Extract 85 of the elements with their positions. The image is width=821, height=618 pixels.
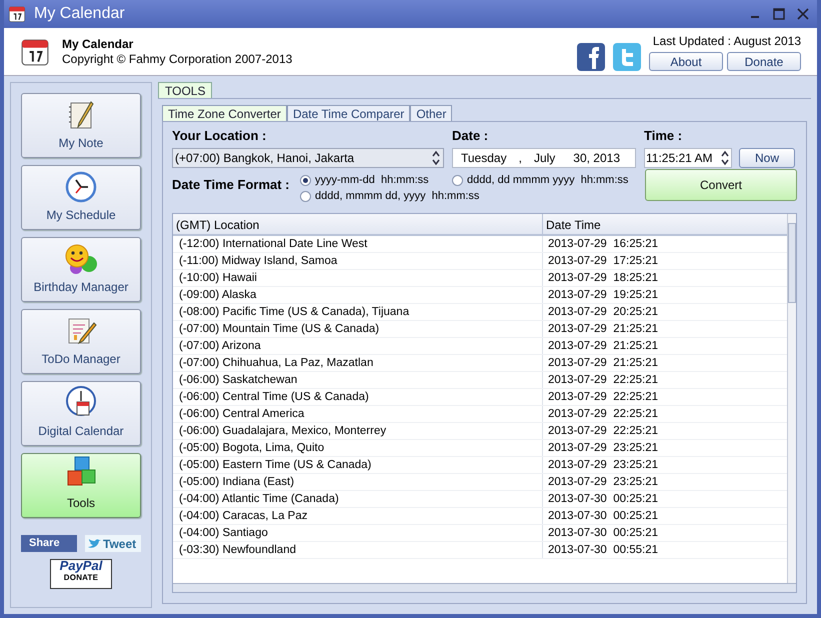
table-cell: (-06:00) Guadalajara, Mexico, Monterrey	[173, 422, 543, 438]
copyright-text: Copyright © Fahmy Corporation 2007-2013	[62, 52, 292, 66]
sidebar-item[interactable]: Tools	[21, 453, 141, 518]
table-cell-text: 2013-07-30 00:55:21	[547, 542, 659, 558]
table-cell-text: 2013-07-29 23:25:21	[547, 440, 659, 456]
format-radio[interactable]: dddd, dd mmmm yyyy hh:mm:ss	[452, 172, 628, 188]
calendar-icon	[8, 5, 26, 23]
dropdown-arrows-icon[interactable]	[431, 150, 441, 166]
table-cell-text: 2013-07-29 17:25:21	[547, 254, 659, 268]
table-cell-text: 2013-07-29 21:25:21	[547, 322, 659, 336]
table-cell: (-06:00) Central Time (US & Canada)	[173, 388, 543, 404]
vertical-scrollbar[interactable]	[787, 214, 796, 583]
format-radio[interactable]: yyyy-mm-dd hh:mm:ss	[300, 172, 429, 188]
smiley-faces-icon	[64, 243, 98, 275]
table-cell-text: 2013-07-29 23:25:21	[547, 458, 659, 472]
window-title: My Calendar	[34, 4, 125, 24]
horizontal-scrollbar[interactable]	[173, 583, 796, 592]
share-button[interactable]: Share	[21, 535, 77, 552]
table-cell-text: 2013-07-30 00:25:21	[547, 526, 659, 540]
table-cell: (-05:00) Bogota, Lima, Quito	[173, 440, 543, 456]
table-cell-text: 2013-07-29 22:25:21	[547, 390, 659, 404]
table-cell: (-08:00) Pacific Time (US & Canada), Tijuana	[173, 304, 543, 320]
clock-icon	[65, 171, 97, 203]
sidebar-item[interactable]: Birthday Manager	[21, 237, 141, 302]
bird-icon	[87, 538, 101, 548]
table-cell-text: 2013-07-29 22:25:21	[547, 406, 659, 422]
now-button[interactable]: Now	[739, 148, 795, 168]
format-label: Date Time Format :	[172, 176, 291, 194]
app-calendar-icon	[20, 36, 50, 66]
table-cell-text: 2013-07-29 23:25:21	[547, 474, 659, 490]
table-cell: (-05:00) Eastern Time (US & Canada)	[173, 456, 543, 472]
tools-tab[interactable]: TOOLS	[158, 82, 212, 98]
table-cell-text: 2013-07-30 00:25:21	[547, 508, 659, 524]
table-cell: (-04:00) Santiago	[173, 524, 543, 540]
tab[interactable]: Other	[410, 105, 452, 121]
time-field[interactable]: 11:25:21 AM	[644, 148, 732, 168]
sidebar-item[interactable]: My Note	[21, 93, 141, 158]
last-updated-text: Last Updated : August 2013	[652, 33, 801, 50]
table-cell-text: 2013-07-29 16:25:21	[547, 236, 659, 252]
table-cell: (-06:00) Saskatchewan	[173, 372, 543, 388]
tab[interactable]: Date Time Comparer	[286, 105, 410, 121]
table-cell-text: 2013-07-29 22:25:21	[547, 372, 659, 388]
date-field[interactable]: Tuesday , July 30, 2013	[452, 148, 636, 168]
table-cell: (-11:00) Midway Island, Samoa	[173, 252, 543, 268]
facebook-icon[interactable]	[577, 43, 605, 71]
table-cell: (-07:00) Chihuahua, La Paz, Mazatlan	[173, 354, 543, 370]
table-cell-text: 2013-07-29 18:25:21	[547, 270, 659, 286]
location-label: Your Location :	[172, 127, 268, 145]
paypal-donate-button[interactable]: PayPal DONATE	[50, 559, 112, 589]
table-cell: (-07:00) Arizona	[173, 338, 543, 354]
spin-arrows-icon[interactable]	[720, 150, 730, 166]
sidebar-item[interactable]: My Schedule	[21, 165, 141, 230]
table-cell-text: 2013-07-29 22:25:21	[547, 424, 659, 438]
format-radio[interactable]: dddd, mmmm dd, yyyy hh:mm:ss	[300, 188, 480, 204]
table-cell-text: 2013-07-29 20:25:21	[547, 304, 659, 320]
time-label: Time :	[644, 127, 684, 145]
table-cell: (-12:00) International Date Line West	[173, 236, 543, 252]
column-header[interactable]: (GMT) Location	[173, 214, 543, 234]
sidebar-item[interactable]: Digital Calendar	[21, 381, 141, 446]
app-name: My Calendar	[62, 36, 134, 52]
clock-calendar-icon	[64, 385, 98, 419]
table-cell: (-03:30) Newfoundland	[173, 542, 543, 558]
table-cell: (-04:00) Caracas, La Paz	[173, 508, 543, 524]
table-cell: (-06:00) Central America	[173, 406, 543, 422]
table-cell-text: 2013-07-29 21:25:21	[547, 338, 659, 354]
table-cell: (-10:00) Hawaii	[173, 270, 543, 286]
table-cell-text: 2013-07-29 19:25:21	[547, 288, 659, 302]
location-select[interactable]: (+07:00) Bangkok, Hanoi, Jakarta	[172, 148, 444, 168]
header-button[interactable]: Donate	[727, 52, 801, 71]
table-cell: (-07:00) Mountain Time (US & Canada)	[173, 320, 543, 336]
column-header[interactable]: Date Time	[543, 214, 787, 234]
twitter-icon[interactable]	[613, 43, 641, 71]
date-label: Date :	[452, 127, 490, 145]
header-button[interactable]: About	[649, 52, 723, 71]
close-icon[interactable]	[797, 8, 809, 20]
table-cell: (-09:00) Alaska	[173, 286, 543, 302]
table-cell-text: 2013-07-29 21:25:21	[547, 356, 659, 370]
tweet-button[interactable]: Tweet	[85, 535, 141, 552]
table-cell-text: 2013-07-30 00:25:21	[547, 492, 659, 506]
table-cell: (-05:00) Indiana (East)	[173, 474, 543, 490]
sidebar-item[interactable]: ToDo Manager	[21, 309, 141, 374]
maximize-icon[interactable]	[773, 8, 785, 20]
convert-button[interactable]: Convert	[645, 168, 797, 200]
tab[interactable]: Time Zone Converter	[162, 105, 287, 121]
table-cell: (-04:00) Atlantic Time (Canada)	[173, 490, 543, 506]
